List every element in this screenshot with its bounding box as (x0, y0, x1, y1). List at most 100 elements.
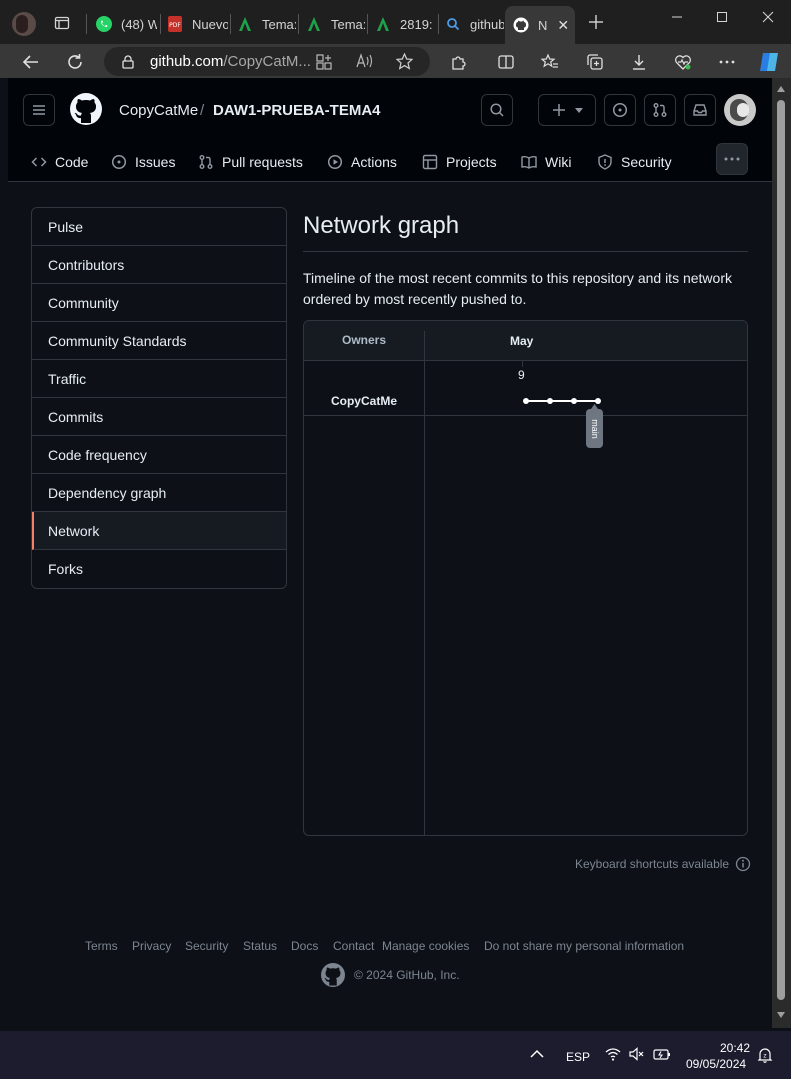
book-icon (521, 154, 545, 170)
sidebar-item-dependency-graph[interactable]: Dependency graph (32, 474, 286, 512)
menu-icon[interactable] (23, 94, 55, 126)
github-mark-icon[interactable] (321, 963, 354, 987)
sidebar-item-contributors[interactable]: Contributors (32, 246, 286, 284)
tab-label: Pull requests (222, 154, 303, 170)
tab-security[interactable]: Security (597, 152, 672, 172)
sidebar-item-community[interactable]: Community (32, 284, 286, 322)
collections-icon[interactable] (582, 49, 608, 75)
sidebar-item-community-standards[interactable]: Community Standards (32, 322, 286, 360)
sidebar-item-traffic[interactable]: Traffic (32, 360, 286, 398)
copilot-icon[interactable] (756, 49, 782, 75)
favorite-star-icon[interactable] (396, 53, 413, 70)
branch-label: main (590, 419, 600, 439)
pull-requests-button[interactable] (644, 94, 676, 126)
split-screen-icon[interactable] (493, 49, 519, 75)
tab-actions[interactable]: Actions (327, 152, 397, 172)
footer-link-manage-cookies[interactable]: Manage cookies (382, 939, 469, 953)
footer-link-do-not-share[interactable]: Do not share my personal information (484, 939, 684, 953)
scroll-down-icon[interactable] (777, 1012, 785, 1018)
extensions-icon[interactable] (445, 49, 471, 75)
app-available-icon[interactable] (316, 54, 332, 70)
info-icon (729, 856, 751, 872)
wifi-icon[interactable] (605, 1047, 621, 1061)
tab-wiki[interactable]: Wiki (521, 152, 571, 172)
tab-projects[interactable]: Projects (422, 152, 497, 172)
tab-issues[interactable]: Issues (111, 152, 175, 172)
browser-tab[interactable]: Tema: (305, 8, 365, 40)
notifications-bell-icon[interactable]: z (757, 1047, 773, 1063)
owners-column-header: Owners (341, 333, 386, 347)
commit-dot[interactable] (523, 398, 529, 404)
owners-divider (424, 331, 425, 835)
browser-tab-active[interactable]: N ✕ (505, 6, 575, 44)
sidebar-item-forks[interactable]: Forks (32, 550, 286, 588)
footer-link-contact[interactable]: Contact (333, 939, 374, 953)
user-avatar[interactable] (724, 94, 756, 126)
volume-muted-icon[interactable] (629, 1047, 645, 1061)
sidebar-item-network[interactable]: Network (32, 512, 286, 550)
tab-code[interactable]: Code (31, 152, 88, 172)
search-button[interactable] (481, 94, 513, 126)
browser-tab[interactable]: github (444, 8, 504, 40)
day-tick (522, 361, 523, 367)
issues-button[interactable] (604, 94, 636, 126)
footer-link-privacy[interactable]: Privacy (132, 939, 171, 953)
more-options-icon[interactable] (714, 49, 740, 75)
close-tab-icon[interactable]: ✕ (557, 17, 569, 34)
browser-tab-bar: (48) W PDF Nuevo Tema: Tema: 2819: githu… (0, 0, 791, 44)
maximize-icon[interactable] (708, 6, 736, 28)
more-repo-nav-button[interactable] (716, 143, 748, 175)
browser-essentials-icon[interactable] (670, 49, 696, 75)
browser-tab[interactable]: (48) W (95, 8, 157, 40)
kebab-horizontal-icon (724, 157, 740, 161)
back-icon[interactable] (18, 49, 44, 75)
pull-request-icon (198, 154, 222, 170)
close-window-icon[interactable] (754, 6, 782, 28)
battery-charging-icon[interactable] (653, 1047, 671, 1061)
language-indicator[interactable]: ESP (566, 1050, 590, 1064)
scroll-up-icon[interactable] (777, 86, 785, 92)
page-scrollbar[interactable] (772, 78, 791, 1028)
sidebar-item-code-frequency[interactable]: Code frequency (32, 436, 286, 474)
repo-name-link[interactable]: DAW1-PRUEBA-TEMA4 (213, 102, 381, 119)
title-divider (303, 251, 748, 252)
sidebar-item-commits[interactable]: Commits (32, 398, 286, 436)
lock-icon (122, 54, 134, 69)
read-aloud-icon[interactable] (356, 53, 374, 69)
clock-date[interactable]: 09/05/2024 (686, 1057, 746, 1071)
github-logo-icon[interactable] (70, 93, 102, 125)
url-bar[interactable]: github.com/CopyCatM... (104, 47, 430, 76)
scrollbar-thumb[interactable] (777, 100, 785, 1000)
inbox-button[interactable] (684, 94, 716, 126)
footer-link-security[interactable]: Security (185, 939, 228, 953)
tab-label: Tema: (331, 16, 365, 32)
refresh-icon[interactable] (62, 49, 88, 75)
network-graph[interactable]: Owners May 9 CopyCatMe main (303, 320, 748, 836)
browser-tab[interactable]: 2819: (374, 8, 436, 40)
show-hidden-icons-chevron-icon[interactable] (530, 1049, 544, 1058)
tab-pull-requests[interactable]: Pull requests (198, 152, 303, 172)
branch-label-pointer (591, 404, 598, 409)
keyboard-shortcuts-link[interactable]: Keyboard shortcuts available (575, 856, 751, 872)
commit-dot[interactable] (571, 398, 577, 404)
footer-link-docs[interactable]: Docs (291, 939, 318, 953)
footer-link-terms[interactable]: Terms (85, 939, 118, 953)
downloads-icon[interactable] (626, 49, 652, 75)
footer-link-status[interactable]: Status (243, 939, 277, 953)
create-new-button[interactable] (538, 94, 596, 126)
url-host: github.com (150, 53, 224, 70)
profile-avatar[interactable] (12, 12, 36, 36)
browser-tab[interactable]: PDF Nuevo (166, 8, 228, 40)
tab-actions-icon[interactable] (54, 15, 70, 31)
minimize-icon[interactable] (663, 6, 691, 28)
new-tab-icon[interactable] (587, 13, 605, 31)
favorites-icon[interactable] (537, 49, 563, 75)
browser-tab[interactable]: Tema: (236, 8, 296, 40)
clock-time[interactable]: 20:42 (720, 1041, 750, 1055)
commit-dot[interactable] (547, 398, 553, 404)
search-icon (444, 15, 462, 33)
commit-dot[interactable] (595, 398, 601, 404)
sidebar-item-pulse[interactable]: Pulse (32, 208, 286, 246)
graph-owner-label[interactable]: CopyCatMe (304, 394, 424, 408)
repo-owner-link[interactable]: CopyCatMe (119, 102, 198, 119)
